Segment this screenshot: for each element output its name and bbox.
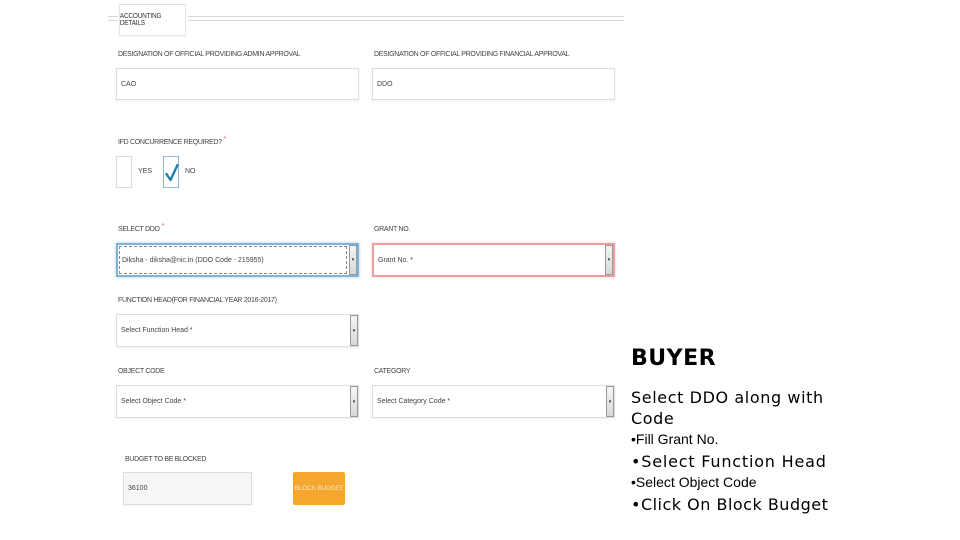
chevron-down-icon[interactable]: ▾ [349,245,357,275]
note-line-3: •Fill Grant No. [631,431,719,447]
function-head-placeholder: Select Function Head * [121,327,193,334]
category-label: CATEGORY [374,368,411,375]
slide: ACCOUNTING DETAILS DESIGNATION OF OFFICI… [0,0,960,540]
note-line-5: •Select Object Code [631,474,757,490]
category-dropdown[interactable]: Select Category Code * ▾ [372,385,615,418]
note-line: Select DDO along with Code [631,387,824,429]
notes-title: BUYER [631,346,717,371]
grant-no-dropdown[interactable]: Grant No. * ▾ [372,243,615,277]
ifd-concurrence-label-text: IFD CONCURRENCE REQUIRED? [118,139,222,146]
select-ddo-value: Diksha - diksha@nic.in (DDO Code - 21595… [122,256,264,264]
ifd-yes-checkbox[interactable] [116,156,132,188]
budget-label: BUDGET TO BE BLOCKED [125,456,207,463]
function-head-dropdown[interactable]: Select Function Head * ▾ [116,314,359,347]
object-code-placeholder: Select Object Code * [121,398,186,405]
required-asterisk: * [223,136,227,143]
ifd-no-label: NO [185,168,196,175]
section-divider-left [108,16,118,21]
object-code-label: OBJECT CODE [118,368,165,375]
grant-no-placeholder: Grant No. * [378,256,414,264]
note-line-6: •Click On Block Budget [631,495,829,514]
required-asterisk: * [161,223,165,230]
financial-approval-label: DESIGNATION OF OFFICIAL PROVIDING FINANC… [374,51,570,58]
chevron-down-icon[interactable]: ▾ [605,245,613,275]
category-placeholder: Select Category Code * [377,398,451,405]
ifd-yes-label: YES [138,168,153,175]
select-ddo-dropdown[interactable]: Diksha - diksha@nic.in (DDO Code - 21595… [116,243,359,277]
block-budget-button[interactable]: BLOCK BUDGET [293,472,345,505]
ifd-no-checkbox[interactable] [163,156,179,188]
chevron-down-icon[interactable]: ▾ [606,386,614,417]
section-divider-right [188,16,624,21]
financial-approval-input[interactable]: DDO [372,68,615,100]
admin-approval-input[interactable]: CAO [116,68,359,100]
section-title: ACCOUNTING DETAILS [118,4,187,36]
budget-input[interactable]: 36100 [123,472,252,505]
checkmark-icon [165,164,179,182]
select-ddo-label-text: SELECT DDO [118,226,160,233]
note-line-1: Select DDO along with [631,388,824,407]
note-line-4: •Select Function Head [631,452,827,471]
select-ddo-label: SELECT DDO * [118,223,165,233]
admin-approval-label: DESIGNATION OF OFFICIAL PROVIDING ADMIN … [118,51,301,58]
note-line-2: Code [631,409,675,428]
grant-no-label: GRANT NO. [374,226,411,233]
object-code-dropdown[interactable]: Select Object Code * ▾ [116,385,359,418]
chevron-down-icon[interactable]: ▾ [350,386,358,417]
chevron-down-icon[interactable]: ▾ [350,315,358,346]
ifd-concurrence-label: IFD CONCURRENCE REQUIRED? * [118,136,227,146]
function-head-label: FUNCTION HEAD(FOR FINANCIAL YEAR 2016-20… [118,297,277,304]
